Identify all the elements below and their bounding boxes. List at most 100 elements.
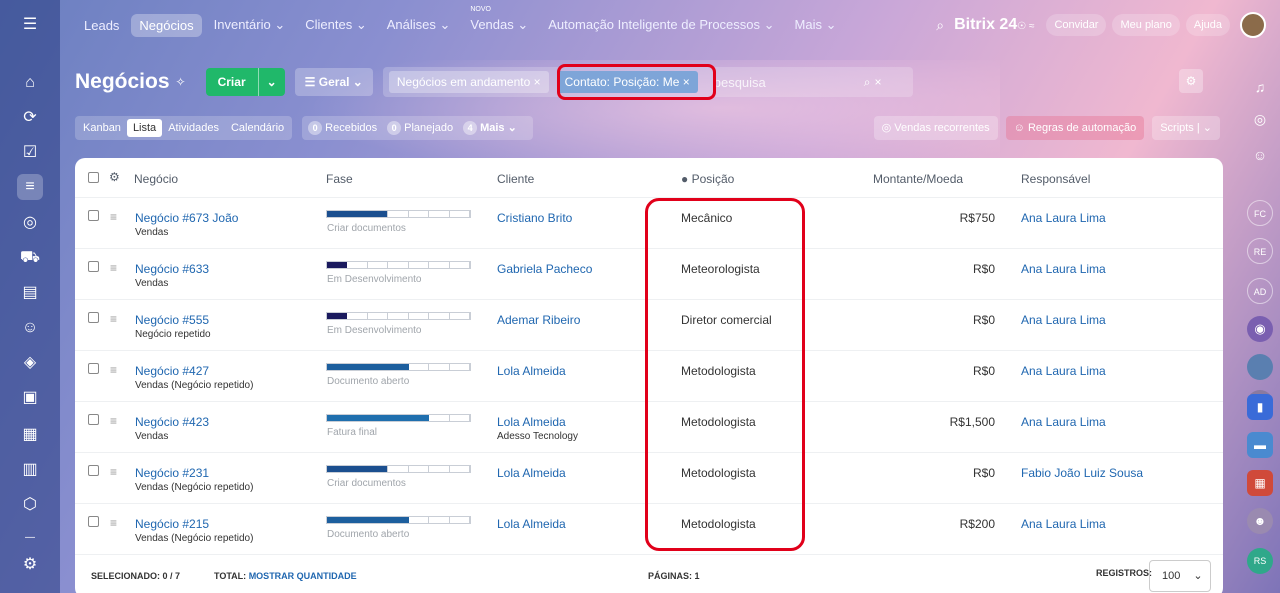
show-quantity-link[interactable]: MOSTRAR QUANTIDADE xyxy=(249,571,357,581)
column-settings-icon[interactable]: ⚙ xyxy=(109,170,120,184)
client-link[interactable]: Gabriela Pacheco xyxy=(497,262,592,276)
invite-button[interactable]: Convidar xyxy=(1046,14,1107,36)
row-menu-icon[interactable]: ≡ xyxy=(110,363,117,377)
header-amount[interactable]: Montante/Moeda xyxy=(873,172,963,186)
printer-icon[interactable]: ▣ xyxy=(17,385,43,411)
phase-progress[interactable] xyxy=(326,465,471,473)
user-initials-rs[interactable]: RS xyxy=(1247,548,1273,574)
counter-more[interactable]: 4 Mais ⌄ xyxy=(463,121,517,135)
deal-link[interactable]: Negócio #423 xyxy=(135,415,209,429)
client-link[interactable]: Lola Almeida xyxy=(497,466,566,480)
settings-icon[interactable]: ⚙ xyxy=(17,552,43,578)
user-avatar[interactable] xyxy=(1240,12,1266,38)
nav-vendas[interactable]: NOVO Vendas ⌄ xyxy=(462,6,536,37)
search-input[interactable] xyxy=(713,74,854,90)
user-initials-re[interactable]: RE xyxy=(1247,238,1273,264)
clear-icon[interactable]: × xyxy=(874,75,881,89)
select-all-checkbox[interactable] xyxy=(88,172,99,183)
user-initials-fc[interactable]: FC xyxy=(1247,200,1273,226)
nav-automacao[interactable]: Automação Inteligente de Processos ⌄ xyxy=(540,13,782,37)
search-icon[interactable]: ⌕ xyxy=(864,75,871,90)
geral-button[interactable]: ☰ Geral ⌄ xyxy=(294,68,373,96)
calendar-icon[interactable]: ▦ xyxy=(17,422,43,448)
home-icon[interactable]: ⌂ xyxy=(17,70,43,96)
nav-analises[interactable]: Análises ⌄ xyxy=(379,13,459,37)
bookmark-icon[interactable]: ▮ xyxy=(1247,394,1273,420)
row-menu-icon[interactable]: ≡ xyxy=(110,261,117,275)
view-kanban[interactable]: Kanban xyxy=(77,119,127,137)
owner-link[interactable]: Ana Laura Lima xyxy=(1021,517,1106,531)
copilot-icon[interactable]: ◎ xyxy=(1247,106,1273,132)
row-checkbox[interactable] xyxy=(88,261,99,272)
create-button[interactable]: Criar ⌄ xyxy=(205,68,285,96)
help-button[interactable]: Ajuda xyxy=(1185,14,1230,36)
header-client[interactable]: Cliente xyxy=(497,172,534,186)
analytics-icon[interactable]: ▥ xyxy=(17,457,43,483)
gear-icon[interactable]: ⚙ xyxy=(1179,69,1203,93)
owner-link[interactable]: Ana Laura Lima xyxy=(1021,211,1106,225)
owner-link[interactable]: Fabio João Luiz Sousa xyxy=(1021,466,1143,480)
row-menu-icon[interactable]: ≡ xyxy=(110,210,117,224)
pin-icon[interactable]: ✧ xyxy=(176,75,186,89)
hexagon-icon[interactable]: ⬡ xyxy=(17,492,43,518)
robot-icon[interactable]: ☺ xyxy=(17,315,43,341)
phase-progress[interactable] xyxy=(326,312,471,320)
row-checkbox[interactable] xyxy=(88,414,99,425)
phase-progress[interactable] xyxy=(326,261,471,269)
header-owner[interactable]: Responsável xyxy=(1021,172,1090,186)
row-checkbox[interactable] xyxy=(88,363,99,374)
client-link[interactable]: Lola Almeida xyxy=(497,364,566,378)
deal-link[interactable]: Negócio #633 xyxy=(135,262,209,276)
nav-mais[interactable]: Mais ⌄ xyxy=(787,13,845,37)
header-deal[interactable]: Negócio xyxy=(134,172,178,186)
target-icon[interactable]: ◎ xyxy=(17,210,43,236)
phase-progress[interactable] xyxy=(326,210,471,218)
contact-card-icon[interactable]: ▤ xyxy=(17,280,43,306)
owner-link[interactable]: Ana Laura Lima xyxy=(1021,364,1106,378)
scripts-button[interactable]: Scripts | ⌄ xyxy=(1152,116,1220,140)
recurring-sales-button[interactable]: ◎ Vendas recorrentes xyxy=(873,116,998,140)
deal-link[interactable]: Negócio #215 xyxy=(135,517,209,531)
client-link[interactable]: Lola Almeida xyxy=(497,415,566,429)
chat-icon[interactable]: ☺ xyxy=(1247,142,1273,168)
counter-received[interactable]: 0 Recebidos xyxy=(308,121,377,135)
cart-icon[interactable]: ⛟ xyxy=(17,245,43,271)
deal-link[interactable]: Negócio #427 xyxy=(135,364,209,378)
box-icon[interactable]: ◈ xyxy=(17,350,43,376)
deal-link[interactable]: Negócio #555 xyxy=(135,313,209,327)
automation-rules-button[interactable]: ☺ Regras de automação xyxy=(1005,116,1145,140)
owner-link[interactable]: Ana Laura Lima xyxy=(1021,262,1106,276)
group-icon[interactable]: ◉ xyxy=(1247,316,1273,342)
nav-clientes[interactable]: Clientes ⌄ xyxy=(297,13,374,37)
nav-leads[interactable]: Leads xyxy=(76,14,127,37)
menu-icon[interactable]: ☰ xyxy=(17,12,43,38)
header-phase[interactable]: Fase xyxy=(326,172,353,186)
row-checkbox[interactable] xyxy=(88,516,99,527)
deal-link[interactable]: Negócio #673 João xyxy=(135,211,238,225)
row-menu-icon[interactable]: ≡ xyxy=(110,516,117,530)
crm-filter-icon[interactable]: ≡ xyxy=(17,174,43,200)
filter-chip-in-progress[interactable]: Negócios em andamento × xyxy=(388,71,549,93)
row-menu-icon[interactable]: ≡ xyxy=(110,465,117,479)
message-icon[interactable]: ▬ xyxy=(1247,432,1273,458)
phase-progress[interactable] xyxy=(326,516,471,524)
row-checkbox[interactable] xyxy=(88,312,99,323)
owner-link[interactable]: Ana Laura Lima xyxy=(1021,313,1106,327)
calendar-app-icon[interactable]: ▦ xyxy=(1247,470,1273,496)
row-menu-icon[interactable]: ≡ xyxy=(110,414,117,428)
owner-link[interactable]: Ana Laura Lima xyxy=(1021,415,1106,429)
user-initials-ad[interactable]: AD xyxy=(1247,278,1273,304)
people-icon[interactable]: ☻ xyxy=(1247,508,1273,534)
view-calendar[interactable]: Calendário xyxy=(225,119,290,137)
row-checkbox[interactable] xyxy=(88,210,99,221)
client-link[interactable]: Lola Almeida xyxy=(497,517,566,531)
checklist-icon[interactable]: ☑ xyxy=(17,140,43,166)
nav-negocios[interactable]: Negócios xyxy=(131,13,202,37)
page-size-select[interactable]: 100 ⌄ xyxy=(1149,560,1211,592)
plan-button[interactable]: Meu plano xyxy=(1112,14,1180,36)
deal-link[interactable]: Negócio #231 xyxy=(135,466,209,480)
row-checkbox[interactable] xyxy=(88,465,99,476)
view-activities[interactable]: Atividades xyxy=(162,119,225,137)
phase-progress[interactable] xyxy=(326,414,471,422)
counter-planned[interactable]: 0 Planejado xyxy=(387,121,453,135)
